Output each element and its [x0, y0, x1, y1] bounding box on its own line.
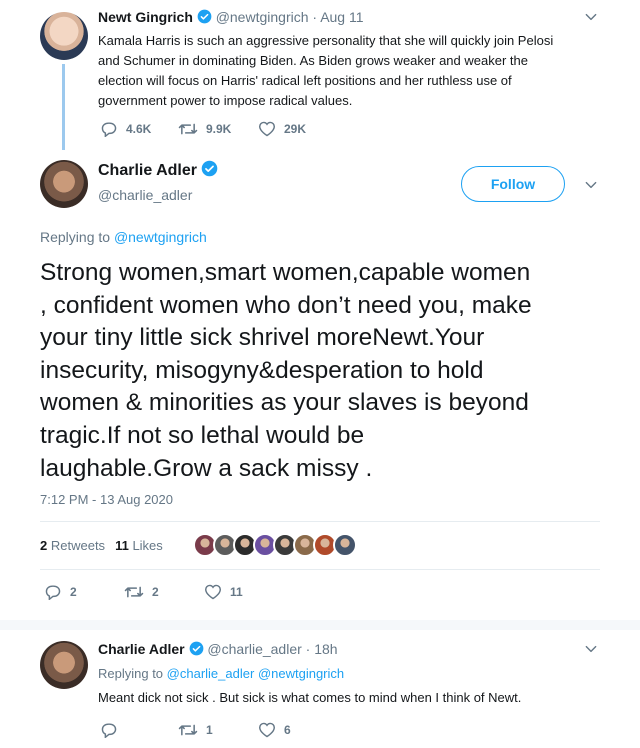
parent-chevron-down-icon[interactable] — [584, 10, 598, 29]
parent-like-count: 29K — [284, 122, 307, 136]
main-text-line: Strong women,smart women,capable women — [40, 259, 531, 286]
parent-text-line: election will focus on Harris' radical l… — [98, 73, 512, 88]
retweet-icon — [178, 123, 198, 135]
verified-badge-icon — [189, 641, 204, 659]
reply-like-count: 6 — [284, 723, 291, 737]
thread-line — [62, 64, 65, 150]
main-reply-count: 2 — [70, 585, 77, 599]
section-separator — [0, 620, 640, 630]
newt-avatar[interactable] — [40, 12, 88, 60]
main-author-name[interactable]: Charlie Adler — [98, 162, 197, 179]
reply-icon — [101, 122, 117, 137]
heart-icon — [258, 722, 276, 738]
main-like-button[interactable]: 11 — [204, 584, 284, 600]
main-tweet-text: Strong women,smart women,capable women ,… — [40, 257, 610, 485]
heart-icon — [204, 584, 222, 600]
main-chevron-down-icon[interactable] — [584, 178, 598, 197]
retweets-stat-count: 2 — [40, 538, 48, 553]
reply-like-button[interactable]: 6 — [258, 722, 338, 738]
replying-prefix: Replying to — [40, 229, 111, 245]
main-reply-button[interactable]: 2 — [44, 584, 124, 600]
liker-avatar[interactable] — [333, 533, 357, 557]
replying-handle-link[interactable]: @newtgingrich — [258, 666, 344, 681]
main-timestamp[interactable]: 7:12 PM - 13 Aug 2020 — [40, 492, 173, 507]
parent-actions: 4.6K 9.9K 29K — [100, 121, 338, 137]
charlie-avatar[interactable] — [40, 160, 88, 208]
reply-date[interactable]: 18h — [314, 641, 337, 657]
dot-separator: · — [305, 641, 311, 657]
main-retweet-button[interactable]: 2 — [124, 584, 204, 600]
parent-author-handle[interactable]: @newtgingrich — [216, 9, 309, 25]
likes-stat-count: 11 — [115, 538, 129, 553]
likes-stat[interactable]: 11 Likes — [115, 538, 163, 553]
divider — [40, 521, 600, 522]
reply-header: Charlie Adler @charlie_adler · 18h — [98, 641, 338, 659]
parent-reply-count: 4.6K — [126, 122, 152, 136]
parent-text-line: and Schumer in dominating Biden. As Bide… — [98, 53, 528, 68]
main-text-line: laughable.Grow a sack missy . — [40, 454, 373, 482]
reply-avatar[interactable] — [40, 641, 88, 689]
parent-text-line: Kamala Harris is such an aggressive pers… — [98, 33, 554, 48]
parent-date[interactable]: Aug 11 — [320, 9, 363, 25]
retweets-stat[interactable]: 2 Retweets — [40, 538, 105, 553]
main-actions: 2 2 11 — [44, 584, 284, 600]
main-text-line: your tiny little sick shrivel moreNewt.Y… — [40, 324, 485, 352]
parent-retweet-count: 9.9K — [206, 122, 232, 136]
dot-separator: · — [312, 9, 318, 25]
main-like-count: 11 — [230, 585, 243, 599]
main-text-line: women & minorities as your slaves is bey… — [40, 389, 529, 417]
parent-like-button[interactable]: 29K — [258, 121, 338, 137]
divider — [40, 569, 600, 570]
parent-retweet-button[interactable]: 9.9K — [178, 121, 258, 137]
retweets-stat-label: Retweets — [50, 538, 106, 553]
likes-stat-label: Likes — [132, 538, 163, 553]
reply-replying-to: Replying to @charlie_adler @newtgingrich — [98, 666, 344, 681]
parent-tweet-text: Kamala Harris is such an aggressive pers… — [98, 31, 598, 111]
replying-handle-link[interactable]: @charlie_adler — [167, 666, 255, 681]
main-text-line: tragic.If not so lethal would be — [40, 421, 365, 449]
reply-chevron-down-icon[interactable] — [584, 642, 598, 661]
reply-icon — [45, 585, 61, 600]
main-author-handle[interactable]: @charlie_adler — [98, 187, 192, 203]
main-retweet-count: 2 — [152, 585, 159, 599]
retweet-icon — [178, 724, 198, 736]
main-author-row: Charlie Adler — [98, 160, 218, 182]
replying-prefix: Replying to — [98, 666, 164, 681]
heart-icon — [258, 121, 276, 137]
main-replying-to: Replying to @newtgingrich — [40, 229, 207, 245]
reply-retweet-count: 1 — [206, 723, 213, 737]
replying-handle-link[interactable]: @newtgingrich — [114, 229, 207, 245]
verified-badge-icon — [197, 9, 212, 27]
parent-author-name[interactable]: Newt Gingrich — [98, 9, 193, 25]
main-text-line: insecurity, misogyny&desperation to hold — [40, 356, 484, 384]
likers-avatars[interactable] — [193, 533, 357, 559]
parent-header: Newt Gingrich @newtgingrich · Aug 11 — [98, 9, 364, 27]
retweet-icon — [124, 586, 144, 598]
reply-author-name[interactable]: Charlie Adler — [98, 641, 185, 657]
reply-actions: 1 6 — [100, 722, 338, 738]
reply-reply-button[interactable] — [100, 722, 178, 738]
follow-button[interactable]: Follow — [461, 166, 565, 202]
reply-author-handle[interactable]: @charlie_adler — [207, 641, 301, 657]
reply-tweet-text: Meant dick not sick . But sick is what c… — [98, 690, 522, 705]
reply-icon — [101, 723, 117, 738]
engagement-stats: 2 Retweets 11 Likes — [40, 538, 163, 553]
parent-text-line: government power to impose radical value… — [98, 93, 353, 108]
main-text-line: , confident women who don’t need you, ma… — [40, 291, 532, 319]
verified-badge-icon — [201, 160, 218, 182]
parent-reply-button[interactable]: 4.6K — [100, 121, 178, 137]
reply-retweet-button[interactable]: 1 — [178, 722, 258, 738]
